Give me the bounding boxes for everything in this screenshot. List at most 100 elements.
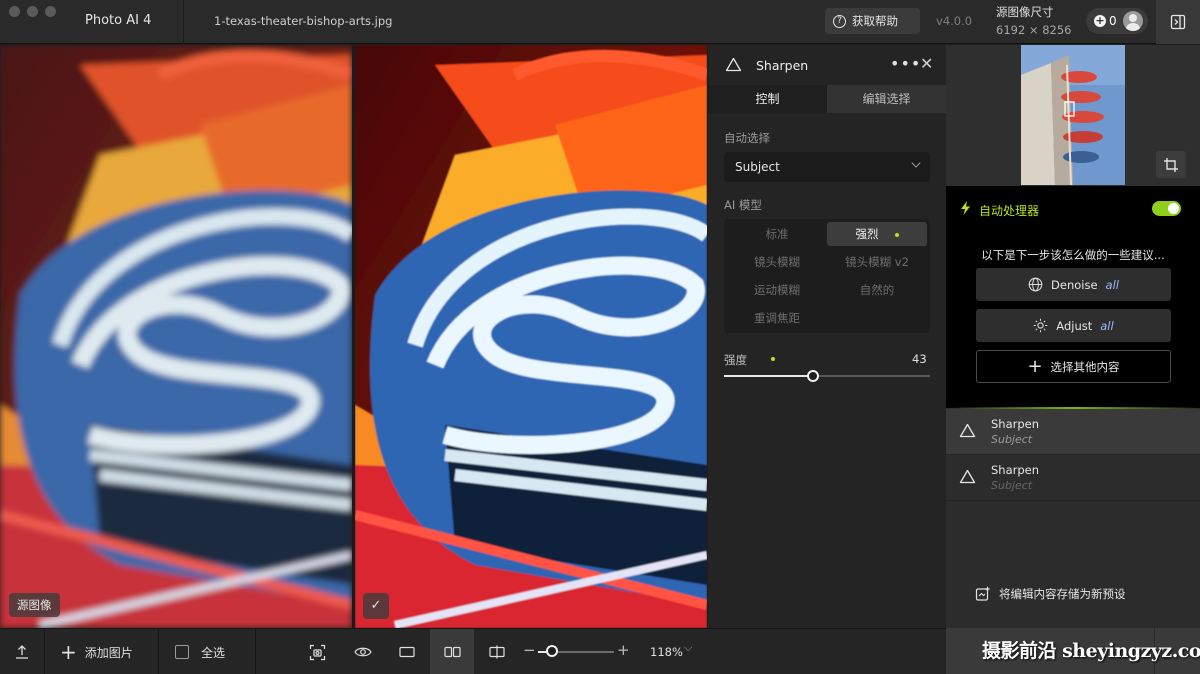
step-name: Sharpen [991,417,1040,431]
processed-neon-sign-image [355,45,707,628]
strength-slider-handle[interactable] [806,370,819,382]
side-by-side-view-button[interactable] [430,629,474,674]
model-option-lens-blur[interactable]: 镜头模糊 [727,250,827,274]
avatar [1123,11,1143,31]
model-option-strong[interactable]: 强烈 [827,222,927,246]
edit-step-item[interactable]: Sharpen Subject [946,409,1200,455]
strength-slider-fill [724,375,813,377]
navigator [946,45,1200,186]
source-size-value: 6192 × 8256 [996,23,1072,37]
selected-dot-icon [894,232,899,237]
autopilot-title: 自动处理器 [979,204,1040,218]
file-name: 1-texas-theater-bishop-arts.jpg [214,14,393,28]
toggle-panel-button[interactable] [1156,0,1200,44]
adjust-suggestion-button[interactable]: Adjust all [976,309,1171,342]
strength-modified-dot-icon [771,357,775,361]
preview-focus-button[interactable] [295,629,339,674]
get-help-button[interactable]: ? 获取帮助 [825,8,920,34]
bottom-toolbar: + 添加图片 全选 [0,628,946,674]
save-preset-button[interactable]: 将编辑内容存储为新预设 [975,586,1126,602]
original-image-pane[interactable] [0,45,352,628]
single-view-button[interactable] [385,629,429,674]
zoom-dropdown-chevron-icon[interactable]: ⌵ [684,641,692,655]
close-icon[interactable]: ✕ [920,54,933,73]
split-view-button[interactable] [475,629,519,674]
select-all-checkbox[interactable]: 全选 [175,629,225,674]
processed-image-pane[interactable] [355,45,707,628]
ai-model-label: AI 模型 [724,198,762,212]
source-size-label: 源图像尺寸 [996,5,1054,19]
strength-value[interactable]: 43 [912,352,927,366]
sharpen-triangle-icon [959,469,976,484]
toolbar-divider [44,629,45,674]
crop-icon [1164,157,1178,172]
focus-frame-icon [309,644,325,660]
model-option-label: 镜头模糊 v2 [845,255,909,269]
autopilot-toggle[interactable] [1152,201,1181,216]
autopilot-hint: 以下是下一步该怎么做的一些建议... [981,248,1165,262]
model-option-natural[interactable]: 自然的 [827,278,927,302]
more-options-icon[interactable]: ••• [890,54,921,73]
model-option-label: 镜头模糊 [754,255,800,269]
auto-select-label: 自动选择 [724,131,770,145]
sun-icon [1034,318,1048,333]
zoom-in-button[interactable]: + [617,641,630,659]
export-button[interactable] [14,629,30,674]
tab-controls[interactable]: 控制 [708,85,827,113]
chevron-down-icon [911,158,921,168]
building-thumbnail-image [1021,45,1125,185]
sharpen-triangle-icon [959,423,976,438]
minimize-window-button[interactable] [27,6,38,17]
preset-save-icon [975,586,990,601]
get-help-label: 获取帮助 [852,14,898,28]
version-label: v4.0.0 [936,14,973,28]
model-option-refocus[interactable]: 重调焦距 [727,306,827,330]
auto-select-value: Subject [735,160,780,174]
plus-icon: + [1027,355,1043,377]
model-option-label: 运动模糊 [754,283,800,297]
navigator-thumbnail[interactable] [1021,45,1125,185]
toolbar-divider [255,629,256,674]
choose-other-button[interactable]: + 选择其他内容 [976,350,1171,383]
right-panel: 自动处理器 以下是下一步该怎么做的一些建议... Denoise all Adj… [946,45,1200,674]
zoom-out-button[interactable]: − [523,641,536,659]
checkbox-icon [175,645,189,659]
model-option-label: 标准 [765,227,789,241]
auto-select-dropdown[interactable]: Subject [724,152,930,182]
denoise-suggestion-button[interactable]: Denoise all [976,268,1171,301]
tab-edit-selection[interactable]: 编辑选择 [827,85,946,113]
add-image-label: 添加图片 [84,645,133,660]
titlebar-divider [183,0,184,44]
crop-button[interactable] [1156,151,1186,178]
add-image-button[interactable]: + 添加图片 [60,629,133,674]
suggestion-scope: all [1105,277,1119,292]
add-credits-icon: + [1094,14,1106,27]
side-by-side-icon [443,646,461,658]
model-option-label: 自然的 [859,283,895,297]
sidebar-toggle-icon [1170,14,1186,30]
model-option-label: 强烈 [855,227,879,241]
zoom-level[interactable]: 118% [650,645,683,659]
autopilot-section: 自动处理器 以下是下一步该怎么做的一些建议... Denoise all Adj… [946,186,1200,409]
model-option-motion-blur[interactable]: 运动模糊 [727,278,827,302]
model-option-standard[interactable]: 标准 [727,222,827,246]
ai-model-selector: 标准 强烈 镜头模糊 镜头模糊 v2 运动模糊 自然的 重调焦距 [724,219,930,333]
globe-icon [1028,277,1043,292]
credits-count: 0 [1109,14,1117,28]
zoom-slider-handle[interactable] [545,645,558,657]
zoom-window-button[interactable] [45,6,56,17]
model-option-lens-blur-v2[interactable]: 镜头模糊 v2 [827,250,927,274]
credits-account-button[interactable]: + 0 [1086,8,1148,34]
suggestion-label: Denoise [1051,277,1098,292]
preview-eye-button[interactable] [341,629,385,674]
sharpen-triangle-icon [725,57,742,72]
suggestion-label: Adjust [1056,318,1093,333]
upload-icon [16,645,28,659]
title-bar: Photo AI 4 1-texas-theater-bishop-arts.j… [0,0,1200,44]
tool-panel-header: Sharpen ••• ✕ [708,45,946,85]
suggestion-scope: all [1100,318,1114,333]
edit-step-item[interactable]: Sharpen Subject [946,455,1200,501]
step-name: Sharpen [991,463,1040,477]
watermark: 摄影前沿 sheyingzyz.com [982,640,1200,662]
close-window-button[interactable] [9,6,20,17]
